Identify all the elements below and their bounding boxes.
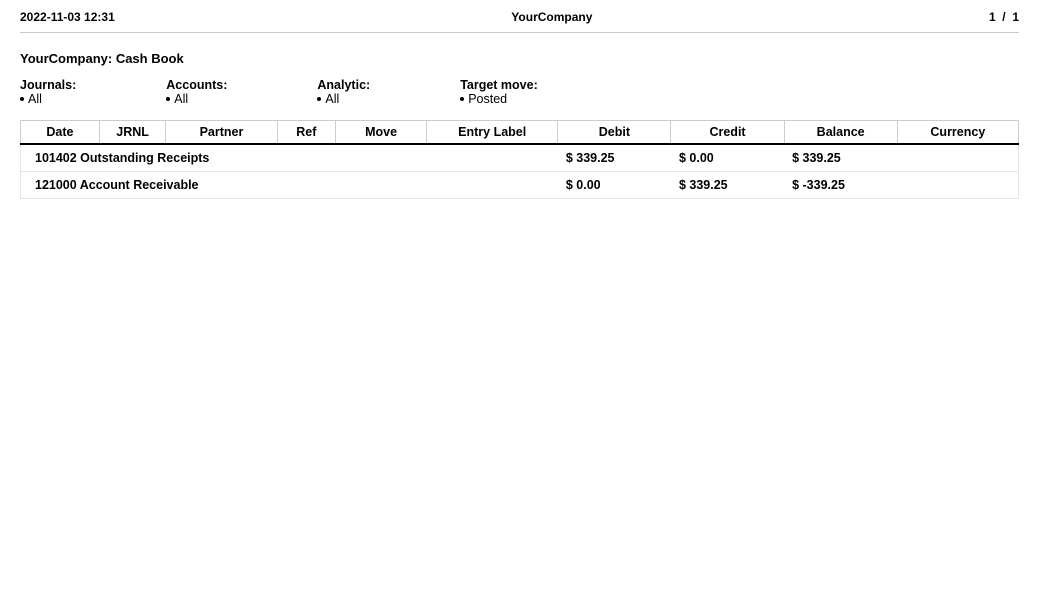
- report-title: YourCompany: Cash Book: [20, 51, 1019, 66]
- filter-journals-label: Journals:: [20, 78, 76, 92]
- company-name: YourCompany: [115, 10, 989, 24]
- bullet-icon: [460, 97, 464, 101]
- col-partner: Partner: [166, 121, 277, 145]
- cell-balance: $ 339.25: [784, 144, 897, 172]
- col-credit: Credit: [671, 121, 784, 145]
- filter-journals-value: All: [28, 92, 42, 106]
- filter-row: Journals: All Accounts: All Analytic: Al…: [20, 78, 1019, 106]
- cell-currency: [897, 144, 1018, 172]
- filter-target-move-label: Target move:: [460, 78, 538, 92]
- col-entry-label: Entry Label: [427, 121, 558, 145]
- col-balance: Balance: [784, 121, 897, 145]
- filter-accounts-value: All: [174, 92, 188, 106]
- bullet-icon: [317, 97, 321, 101]
- col-move: Move: [336, 121, 427, 145]
- col-date: Date: [21, 121, 100, 145]
- cell-credit: $ 339.25: [671, 172, 784, 199]
- table-row: 101402 Outstanding Receipts $ 339.25 $ 0…: [21, 144, 1019, 172]
- page-indicator: 1 / 1: [989, 10, 1019, 24]
- cell-debit: $ 339.25: [558, 144, 671, 172]
- report-header: 2022-11-03 12:31 YourCompany 1 / 1: [20, 10, 1019, 33]
- filter-journals: Journals: All: [20, 78, 76, 106]
- filter-target-move: Target move: Posted: [460, 78, 538, 106]
- ledger-table: Date JRNL Partner Ref Move Entry Label D…: [20, 120, 1019, 199]
- account-name: 121000 Account Receivable: [21, 172, 558, 199]
- cell-currency: [897, 172, 1018, 199]
- filter-accounts-label: Accounts:: [166, 78, 227, 92]
- account-name: 101402 Outstanding Receipts: [21, 144, 558, 172]
- cell-credit: $ 0.00: [671, 144, 784, 172]
- filter-accounts: Accounts: All: [166, 78, 227, 106]
- cell-balance: $ -339.25: [784, 172, 897, 199]
- table-row: 121000 Account Receivable $ 0.00 $ 339.2…: [21, 172, 1019, 199]
- bullet-icon: [20, 97, 24, 101]
- filter-target-move-value: Posted: [468, 92, 507, 106]
- cell-debit: $ 0.00: [558, 172, 671, 199]
- col-debit: Debit: [558, 121, 671, 145]
- bullet-icon: [166, 97, 170, 101]
- col-ref: Ref: [277, 121, 336, 145]
- filter-analytic-label: Analytic:: [317, 78, 370, 92]
- table-header-row: Date JRNL Partner Ref Move Entry Label D…: [21, 121, 1019, 145]
- col-jrnl: JRNL: [99, 121, 166, 145]
- filter-analytic: Analytic: All: [317, 78, 370, 106]
- col-currency: Currency: [897, 121, 1018, 145]
- filter-analytic-value: All: [325, 92, 339, 106]
- report-timestamp: 2022-11-03 12:31: [20, 10, 115, 24]
